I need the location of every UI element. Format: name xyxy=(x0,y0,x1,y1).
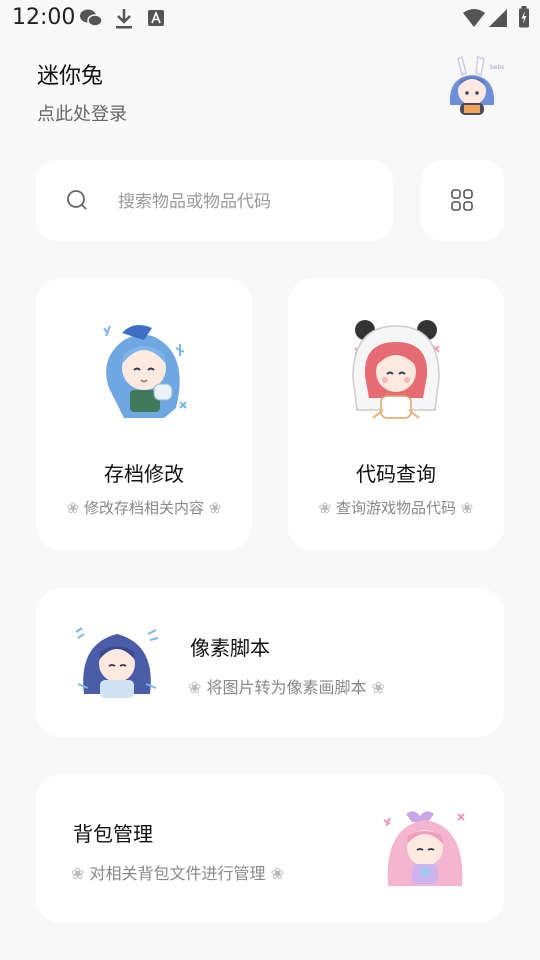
pixel-script-subtitle: ❀ 将图片转为像素画脚本 ❀ xyxy=(188,674,385,698)
pixel-script-subtitle-text: 将图片转为像素画脚本 xyxy=(206,678,367,697)
flower-icon: ❀ xyxy=(318,499,332,517)
search-input[interactable] xyxy=(116,184,380,220)
login-link[interactable]: 点此处登录 xyxy=(37,100,127,126)
pink-hair-chibi-illustration xyxy=(383,811,465,886)
svg-text:bebe: bebe xyxy=(490,64,504,71)
backpack-subtitle-text: 对相关背包文件进行管理 xyxy=(89,864,266,883)
backpack-title: 背包管理 xyxy=(73,822,153,846)
user-avatar[interactable]: bebe xyxy=(440,55,504,119)
save-edit-subtitle-text: 修改存档相关内容 xyxy=(83,499,204,517)
pixel-script-title: 像素脚本 xyxy=(190,636,270,660)
code-lookup-subtitle-text: 查询游戏物品代码 xyxy=(335,499,456,517)
app-title: 迷你兔 xyxy=(37,64,104,89)
backpack-subtitle: ❀ 对相关背包文件进行管理 ❀ xyxy=(71,860,284,884)
status-bar: 12:00 xyxy=(0,0,540,36)
flower-icon: ❀ xyxy=(270,864,285,883)
save-edit-subtitle: ❀ 修改存档相关内容 ❀ xyxy=(36,497,252,518)
code-lookup-card[interactable]: 代码查询 ❀ 查询游戏物品代码 ❀ xyxy=(288,278,504,551)
text-icon xyxy=(148,10,164,26)
search-icon xyxy=(67,190,87,210)
code-lookup-subtitle: ❀ 查询游戏物品代码 ❀ xyxy=(288,497,504,518)
flower-icon: ❀ xyxy=(188,678,202,697)
download-icon xyxy=(116,9,132,29)
code-lookup-title: 代码查询 xyxy=(356,462,436,486)
battery-charging-icon xyxy=(519,6,529,28)
panda-hood-chibi-illustration xyxy=(352,320,440,419)
flower-icon: ❀ xyxy=(371,678,386,697)
flower-icon: ❀ xyxy=(66,499,80,517)
grid-icon xyxy=(451,189,473,211)
status-time: 12:00 xyxy=(12,5,76,30)
flower-icon: ❀ xyxy=(460,499,474,517)
backpack-card[interactable]: 背包管理 ❀ 对相关背包文件进行管理 ❀ xyxy=(36,774,504,923)
search-bar[interactable] xyxy=(36,160,393,241)
grid-menu-button[interactable] xyxy=(421,160,504,241)
blue-hair-chibi-illustration xyxy=(103,324,187,418)
signal-icon xyxy=(489,9,507,27)
save-edit-title: 存档修改 xyxy=(104,462,184,486)
flower-icon: ❀ xyxy=(71,864,85,883)
wechat-icon xyxy=(80,9,103,27)
wifi-icon xyxy=(463,9,485,27)
dark-blue-hair-chibi-illustration xyxy=(75,627,159,698)
pixel-script-card[interactable]: 像素脚本 ❀ 将图片转为像素画脚本 ❀ xyxy=(36,588,504,737)
flower-icon: ❀ xyxy=(208,499,222,517)
save-edit-card[interactable]: 存档修改 ❀ 修改存档相关内容 ❀ xyxy=(36,278,252,551)
